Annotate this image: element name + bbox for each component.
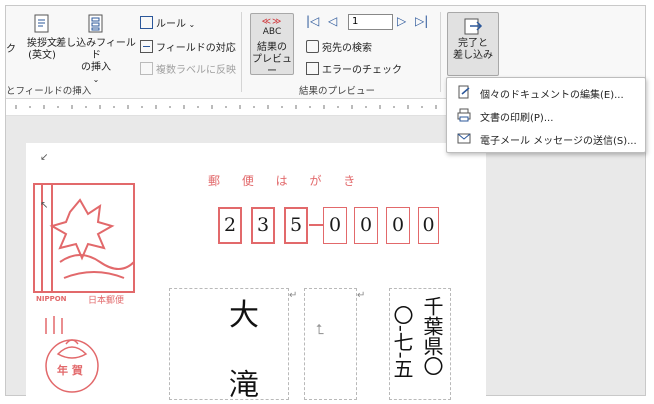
- postal-digit-box: 0: [386, 207, 410, 244]
- postal-digit-box: 2: [218, 207, 242, 244]
- menu-item-edit-individual[interactable]: 個々のドキュメントの編集(E)...: [447, 81, 645, 103]
- postal-dash: [309, 224, 323, 226]
- cursor-mark: ↖: [40, 200, 49, 211]
- ribbon-separator: [440, 12, 441, 92]
- menu-item-print-documents[interactable]: 文書の印刷(P)...: [447, 104, 645, 126]
- anchor-icon: ⮤: [316, 322, 325, 338]
- finish-merge-button[interactable]: 完了と 差し込み: [447, 12, 499, 76]
- menu-item-label: 個々のドキュメントの編集(E)...: [480, 90, 624, 101]
- address-line-1: 千葉県〇: [420, 296, 444, 376]
- menu-item-send-email[interactable]: 電子メール メッセージの送信(S)...: [447, 127, 645, 149]
- email-icon: [457, 133, 471, 144]
- next-record-icon[interactable]: ▷: [397, 14, 406, 28]
- clipped-label: ク: [6, 44, 16, 55]
- postal-digit-box: 3: [251, 207, 275, 244]
- group-label-preview: 結果のプレビュー: [299, 86, 376, 97]
- merge-field-icon: [88, 14, 103, 33]
- cursor-mark: ↙: [40, 152, 49, 163]
- finish-merge-icon: [464, 18, 483, 35]
- update-labels-button[interactable]: 複数ラベルに反映: [140, 61, 236, 76]
- record-number-input[interactable]: 1: [348, 14, 393, 30]
- recipient-name-char: 滝: [229, 368, 259, 403]
- chevron-down-icon: ⌄: [186, 20, 196, 29]
- find-recipient-icon: [306, 40, 319, 53]
- match-fields-button[interactable]: フィールドの対応: [140, 39, 236, 54]
- postal-digit-box: 0: [323, 207, 347, 244]
- rules-icon: [140, 16, 153, 29]
- indent-marker[interactable]: [40, 108, 50, 124]
- edit-document-icon: [458, 85, 470, 99]
- update-labels-icon: [140, 62, 153, 75]
- brand-jp-text: 日本郵便: [88, 296, 125, 306]
- abc-icon: ABC: [262, 27, 282, 37]
- nenga-stamp-illustration: [45, 316, 99, 393]
- honorific-textbox[interactable]: [304, 288, 357, 400]
- last-record-icon[interactable]: ▷|: [415, 14, 428, 28]
- menu-item-label: 文書の印刷(P)...: [480, 113, 554, 124]
- finish-merge-label: 完了と 差し込み: [453, 38, 493, 61]
- insert-merge-field-label: 差し込みフィールド の挿入: [56, 38, 136, 73]
- update-labels-label: 複数ラベルに反映: [156, 65, 236, 76]
- finish-merge-menu: 個々のドキュメントの編集(E)... 文書の印刷(P)... 電子メール メッセ…: [446, 77, 646, 153]
- find-recipient-label: 宛先の検索: [322, 43, 372, 54]
- postal-digit-box: 0: [354, 207, 378, 244]
- insert-merge-field-button[interactable]: 差し込みフィールド の挿入 ⌄: [56, 14, 136, 84]
- brand-text: NIPPON: [36, 295, 67, 303]
- recipient-name-char: 大: [229, 298, 259, 333]
- previous-record-icon[interactable]: ◁: [328, 14, 337, 28]
- nenga-text: 年 賀: [57, 364, 83, 377]
- preview-results-button[interactable]: ≪≫ ABC 結果の プレビュー: [250, 13, 294, 77]
- find-recipient-button[interactable]: 宛先の検索: [306, 39, 372, 54]
- greeting-doc-icon: [34, 14, 49, 33]
- postal-digit-box: 0: [418, 207, 439, 244]
- first-record-icon[interactable]: |◁: [306, 14, 319, 28]
- match-fields-icon: [140, 40, 153, 53]
- postcard-header: 郵 便 は が き: [208, 174, 365, 188]
- ribbon-separator: [241, 12, 242, 92]
- rules-label: ルール: [156, 19, 186, 30]
- preview-results-label: 結果の プレビュー: [252, 42, 292, 77]
- paragraph-mark-icon: ↵: [289, 290, 298, 301]
- check-errors-button[interactable]: エラーのチェック: [306, 61, 402, 76]
- menu-item-label: 電子メール メッセージの送信(S)...: [480, 136, 637, 147]
- printer-icon: [457, 108, 471, 122]
- rules-button[interactable]: ルール ⌄: [140, 15, 195, 30]
- match-fields-label: フィールドの対応: [156, 43, 236, 54]
- group-label-write-insert: とフィールドの挿入: [6, 86, 92, 97]
- check-errors-icon: [306, 62, 319, 75]
- paragraph-mark-icon: ↵: [357, 290, 366, 301]
- check-errors-label: エラーのチェック: [322, 65, 402, 76]
- postal-digit-box: 5: [284, 207, 308, 244]
- address-line-2: 〇-七-五: [390, 305, 414, 379]
